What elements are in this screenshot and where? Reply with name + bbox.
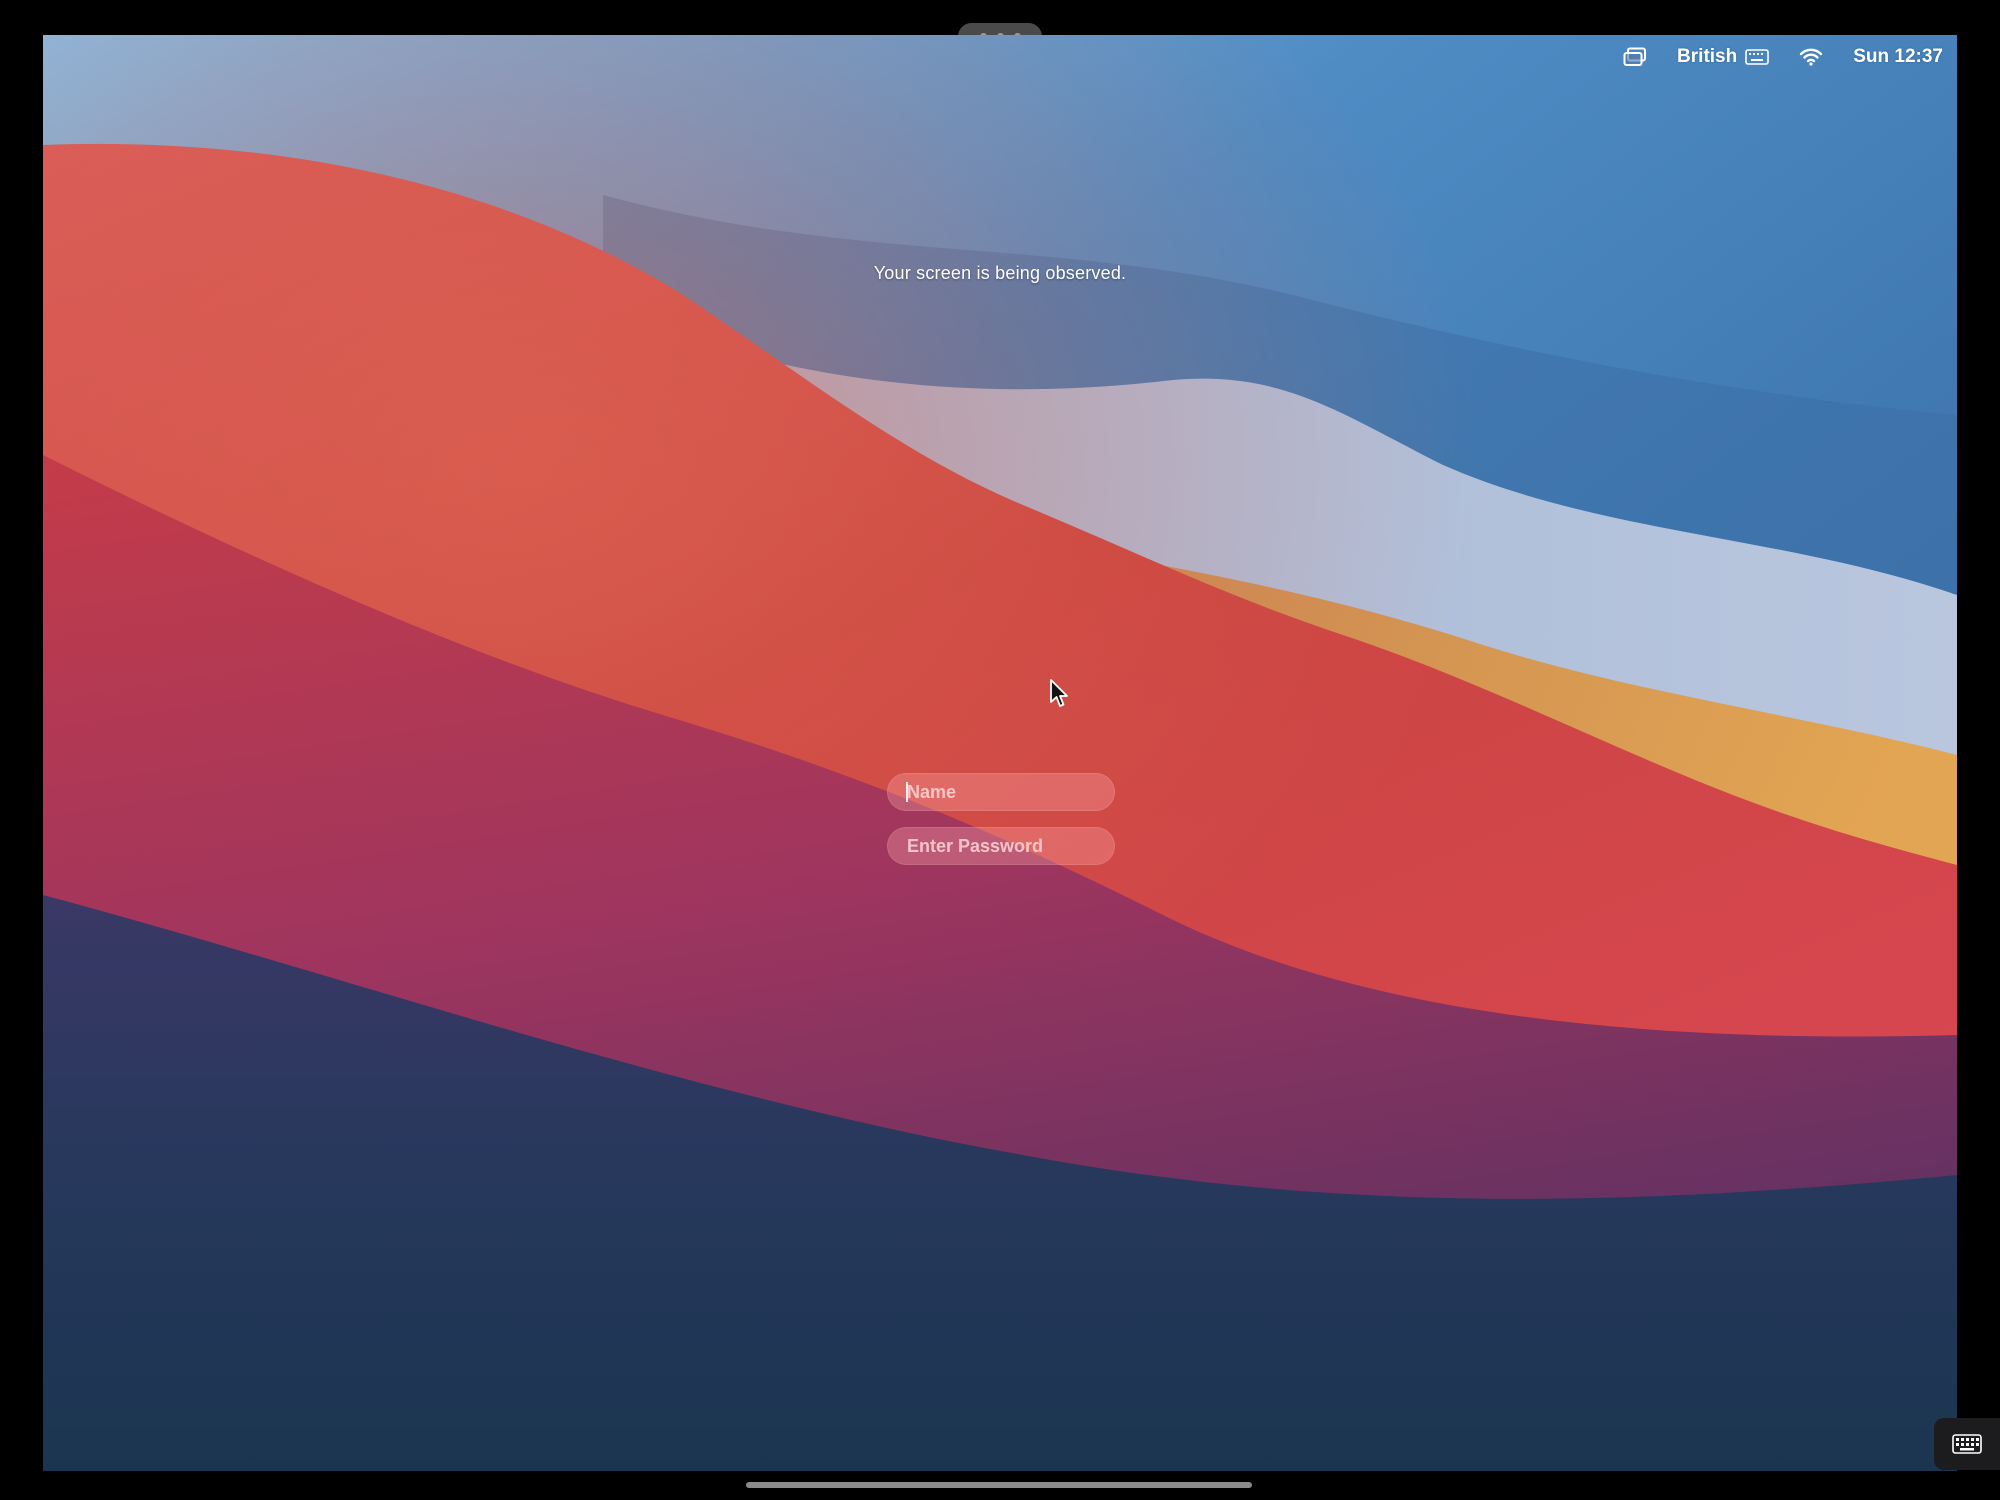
text-caret (906, 782, 908, 802)
keyboard-icon (1745, 49, 1770, 65)
home-indicator[interactable] (746, 1482, 1252, 1488)
login-form: Name Enter Password (887, 773, 1115, 881)
name-field[interactable]: Name (887, 773, 1115, 811)
wallpaper (43, 35, 1957, 1471)
ipad-frame: British Sun 12:37 Your screen is being o… (0, 0, 2000, 1500)
screen-mirroring-icon[interactable] (1623, 47, 1647, 67)
keyboard-toggle-button[interactable] (1934, 1418, 2000, 1470)
input-source-label: British (1677, 46, 1738, 67)
password-field[interactable]: Enter Password (887, 827, 1115, 865)
password-placeholder: Enter Password (907, 836, 1044, 856)
menu-bar: British Sun 12:37 (1593, 41, 1943, 73)
mouse-pointer-icon (1050, 679, 1068, 707)
name-placeholder: Name (907, 782, 957, 802)
keyboard-icon (1952, 1434, 1982, 1454)
remote-desktop-screen[interactable]: British Sun 12:37 Your screen is being o… (43, 35, 1957, 1471)
screen-observed-banner: Your screen is being observed. (873, 263, 1127, 283)
input-source-menu[interactable]: British (1677, 46, 1770, 68)
wifi-icon[interactable] (1799, 48, 1823, 66)
clock[interactable]: Sun 12:37 (1853, 46, 1943, 68)
